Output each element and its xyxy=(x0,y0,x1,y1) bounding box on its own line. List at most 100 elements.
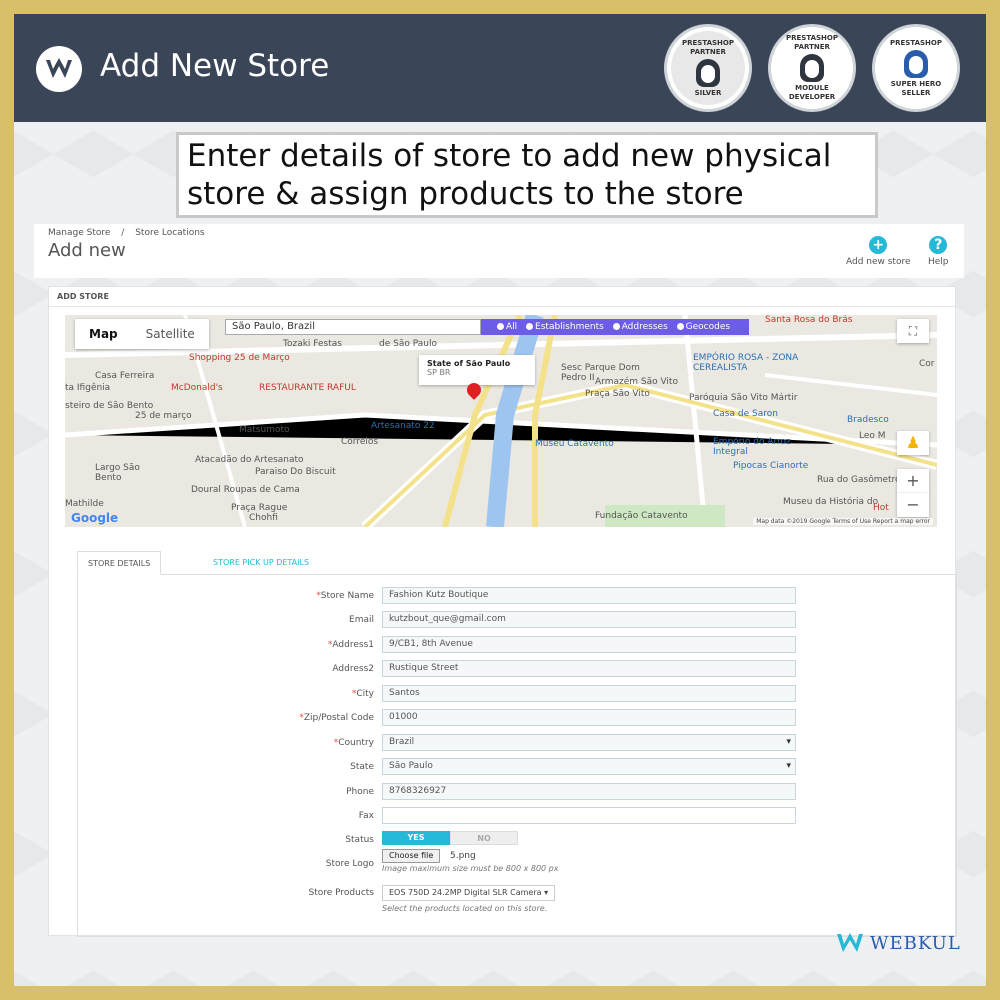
add-new-store-button[interactable]: + Add new store xyxy=(846,236,911,267)
help-circle-icon: ? xyxy=(929,236,948,254)
webkul-brand: WEBKUL xyxy=(836,932,961,954)
filter-establishments[interactable]: Establishments xyxy=(535,322,604,332)
address1-label: *Address1 xyxy=(327,640,374,650)
radio-icon[interactable] xyxy=(612,323,620,330)
map-search-input[interactable]: São Paulo, Brazil xyxy=(225,319,481,335)
zip-row: *Zip/Postal Code 01000 xyxy=(78,709,958,727)
add-new-store-label: Add new store xyxy=(846,257,911,267)
map-label: Bradesco xyxy=(847,415,889,425)
address2-label: Address2 xyxy=(332,664,374,674)
map-label: Leo M xyxy=(859,431,886,441)
breadcrumb-store-locations[interactable]: Store Locations xyxy=(135,228,204,238)
plus-circle-icon: + xyxy=(869,236,888,254)
fullscreen-icon[interactable]: ⛶ xyxy=(897,319,929,343)
map-label: Paróquia São Vito Mártir xyxy=(689,393,798,403)
top-banner: Add New Store PRESTASHOP PARTNER SILVER … xyxy=(14,14,986,122)
feature-caption: Enter details of store to add new physic… xyxy=(176,132,878,218)
status-yes-option[interactable]: YES xyxy=(382,831,450,845)
card-title: ADD STORE xyxy=(49,287,955,307)
phone-input[interactable]: 8768326927 xyxy=(382,783,796,800)
filter-all[interactable]: All xyxy=(506,322,517,332)
breadcrumb: Manage Store / Store Locations xyxy=(48,228,213,238)
map-label: Praça São Vito xyxy=(585,389,650,399)
badge-bottom-text: SUPER HERO SELLER xyxy=(890,79,942,97)
map-label: Hot xyxy=(873,503,889,513)
webkul-mark-icon xyxy=(837,933,863,952)
popup-title: State of São Paulo xyxy=(427,359,511,368)
store-name-row: *Store Name Fashion Kutz Boutique xyxy=(78,587,958,605)
help-label: Help xyxy=(928,257,949,267)
zip-label: *Zip/Postal Code xyxy=(299,713,374,723)
badge-top-text: PRESTASHOP PARTNER xyxy=(786,34,838,51)
products-hint: Select the products located on this stor… xyxy=(382,904,548,913)
map-label: Shopping 25 de Março xyxy=(189,353,290,363)
country-select[interactable]: Brazil xyxy=(382,734,796,751)
country-label: *Country xyxy=(333,738,374,748)
map-label: steiro de São Bento xyxy=(65,401,154,411)
map-label: Museu Catavento xyxy=(535,439,614,449)
email-row: Email kutzbout_que@gmail.com xyxy=(78,611,958,629)
map-label: Rua do Gasômetro xyxy=(817,475,901,485)
fax-input[interactable] xyxy=(382,807,796,824)
map-label: Santa Rosa do Brás xyxy=(765,315,853,325)
status-switch[interactable]: YES NO xyxy=(382,831,518,845)
city-label: *City xyxy=(351,689,374,699)
help-button[interactable]: ? Help xyxy=(928,236,949,267)
breadcrumb-manage-store[interactable]: Manage Store xyxy=(48,228,110,238)
status-no-option[interactable]: NO xyxy=(450,831,518,845)
popup-subtitle: SP BR xyxy=(427,368,451,377)
webkul-logo-icon xyxy=(36,46,82,92)
store-name-input[interactable]: Fashion Kutz Boutique xyxy=(382,587,796,604)
admin-page-header: Manage Store / Store Locations Add new +… xyxy=(34,224,964,278)
address2-input[interactable]: Rustique Street xyxy=(382,660,796,677)
radio-icon[interactable] xyxy=(676,323,684,330)
store-name-label: *Store Name xyxy=(316,591,374,601)
street-view-pegman-icon[interactable]: ♟ xyxy=(897,431,929,455)
caret-down-icon: ▾ xyxy=(544,888,549,897)
store-map[interactable]: Map Satellite São Paulo, Brazil All Esta… xyxy=(65,315,937,527)
radio-icon[interactable] xyxy=(497,323,504,330)
badge-bottom-text: SILVER xyxy=(694,88,722,97)
state-select[interactable]: São Paulo xyxy=(382,758,796,775)
email-label: Email xyxy=(349,615,374,625)
map-label: Artesanato 22 xyxy=(371,421,435,431)
banner-title: Add New Store xyxy=(100,48,330,84)
city-input[interactable]: Santos xyxy=(382,685,796,702)
logo-filename: 5.png xyxy=(450,851,476,861)
zip-input[interactable]: 01000 xyxy=(382,709,796,726)
store-products-label: Store Products xyxy=(308,888,374,898)
map-label: Empório do Arroz Integral xyxy=(713,437,791,457)
zoom-in-button[interactable]: + xyxy=(897,469,929,493)
add-store-card: ADD STORE Map Satellite São Paulo, Brazi… xyxy=(48,286,958,937)
map-label: Correios xyxy=(341,437,379,447)
map-credit[interactable]: Map data ©2019 Google Terms of Use Repor… xyxy=(753,518,933,525)
store-products-row: Store Products EOS 750D 24.2MP Digital S… xyxy=(78,885,958,915)
email-input[interactable]: kutzbout_que@gmail.com xyxy=(382,611,796,628)
radio-icon[interactable] xyxy=(526,323,534,330)
map-label: Doural Roupas de Cama xyxy=(191,485,300,495)
map-label: RESTAURANTE RAFUL xyxy=(259,383,356,393)
map-info-popup: State of São Paulo SP BR xyxy=(419,355,535,385)
city-row: *City Santos xyxy=(78,685,958,703)
choose-file-button[interactable]: Choose file xyxy=(382,849,441,863)
state-label: State xyxy=(350,762,374,772)
filter-addresses[interactable]: Addresses xyxy=(622,322,668,332)
address1-row: *Address1 9/CB1, 8th Avenue xyxy=(78,636,958,654)
address1-input[interactable]: 9/CB1, 8th Avenue xyxy=(382,636,796,653)
logo-size-hint: Image maximum size must be 800 x 800 px xyxy=(382,864,559,873)
tab-store-pickup-details[interactable]: STORE PICK UP DETAILS xyxy=(203,551,319,575)
phone-row: Phone 8768326927 xyxy=(78,783,958,801)
fax-row: Fax xyxy=(78,807,958,825)
fax-label: Fax xyxy=(358,811,374,821)
filter-geocodes[interactable]: Geocodes xyxy=(686,322,730,332)
module-developer-badge: PRESTASHOP PARTNER MODULE DEVELOPER xyxy=(768,24,856,112)
map-label: Museu da História do xyxy=(783,497,879,507)
page-title: Add new xyxy=(48,240,126,261)
map-view-button[interactable]: Map xyxy=(75,319,132,349)
tab-store-details[interactable]: STORE DETAILS xyxy=(77,551,162,575)
state-row: State São Paulo xyxy=(78,758,958,776)
map-label: de São Paulo xyxy=(379,339,437,349)
store-products-select[interactable]: EOS 750D 24.2MP Digital SLR Camera ▾ xyxy=(382,885,556,901)
zoom-out-button[interactable]: − xyxy=(897,493,929,517)
satellite-view-button[interactable]: Satellite xyxy=(132,319,209,349)
